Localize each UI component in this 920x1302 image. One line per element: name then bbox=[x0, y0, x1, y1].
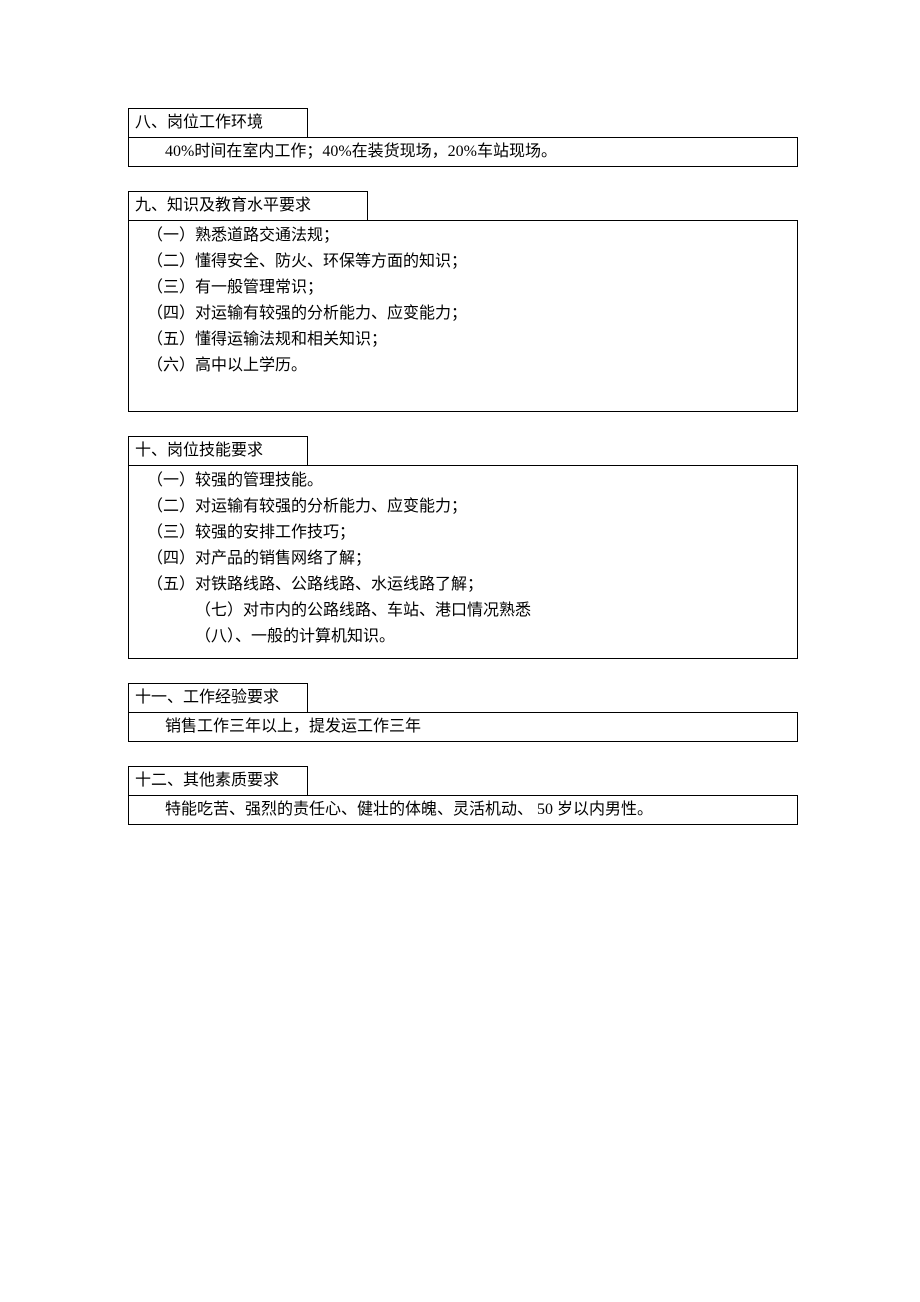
section-9-item-4: （四）对运输有较强的分析能力、应变能力； bbox=[147, 301, 791, 327]
section-10-item-2: （二）对运输有较强的分析能力、应变能力； bbox=[147, 494, 791, 520]
section-9-knowledge-education: 九、知识及教育水平要求 （一）熟悉道路交通法规； （二）懂得安全、防火、环保等方… bbox=[128, 191, 798, 412]
section-8-body: 40%时间在室内工作；40%在装货现场，20%车站现场。 bbox=[128, 137, 798, 167]
section-10-item-1: （一）较强的管理技能。 bbox=[147, 468, 791, 494]
section-9-item-1: （一）熟悉道路交通法规； bbox=[147, 223, 791, 249]
section-10-item-7: （七）对市内的公路线路、车站、港口情况熟悉 bbox=[147, 598, 791, 624]
section-10-item-8: （八）、一般的计算机知识。 bbox=[147, 624, 791, 650]
section-10-item-3: （三）较强的安排工作技巧； bbox=[147, 520, 791, 546]
section-8-header: 八、岗位工作环境 bbox=[128, 108, 308, 138]
section-9-header: 九、知识及教育水平要求 bbox=[128, 191, 368, 221]
section-12-body: 特能吃苦、强烈的责任心、健壮的体魄、灵活机动、 50 岁以内男性。 bbox=[128, 795, 798, 825]
section-10-header: 十、岗位技能要求 bbox=[128, 436, 308, 466]
section-9-body: （一）熟悉道路交通法规； （二）懂得安全、防火、环保等方面的知识； （三）有一般… bbox=[128, 220, 798, 412]
section-10-item-4: （四）对产品的销售网络了解； bbox=[147, 546, 791, 572]
section-8-work-environment: 八、岗位工作环境 40%时间在室内工作；40%在装货现场，20%车站现场。 bbox=[128, 108, 798, 167]
section-12-other-requirements: 十二、其他素质要求 特能吃苦、强烈的责任心、健壮的体魄、灵活机动、 50 岁以内… bbox=[128, 766, 798, 825]
section-11-body: 销售工作三年以上，提发运工作三年 bbox=[128, 712, 798, 742]
section-11-work-experience: 十一、工作经验要求 销售工作三年以上，提发运工作三年 bbox=[128, 683, 798, 742]
section-10-skill-requirements: 十、岗位技能要求 （一）较强的管理技能。 （二）对运输有较强的分析能力、应变能力… bbox=[128, 436, 798, 659]
section-10-item-5: （五）对铁路线路、公路线路、水运线路了解； bbox=[147, 572, 791, 598]
section-9-item-2: （二）懂得安全、防火、环保等方面的知识； bbox=[147, 249, 791, 275]
section-9-item-5: （五）懂得运输法规和相关知识； bbox=[147, 327, 791, 353]
section-11-header: 十一、工作经验要求 bbox=[128, 683, 308, 713]
section-9-item-6: （六）高中以上学历。 bbox=[147, 353, 791, 379]
section-10-body: （一）较强的管理技能。 （二）对运输有较强的分析能力、应变能力； （三）较强的安… bbox=[128, 465, 798, 659]
section-9-item-3: （三）有一般管理常识； bbox=[147, 275, 791, 301]
section-12-header: 十二、其他素质要求 bbox=[128, 766, 308, 796]
